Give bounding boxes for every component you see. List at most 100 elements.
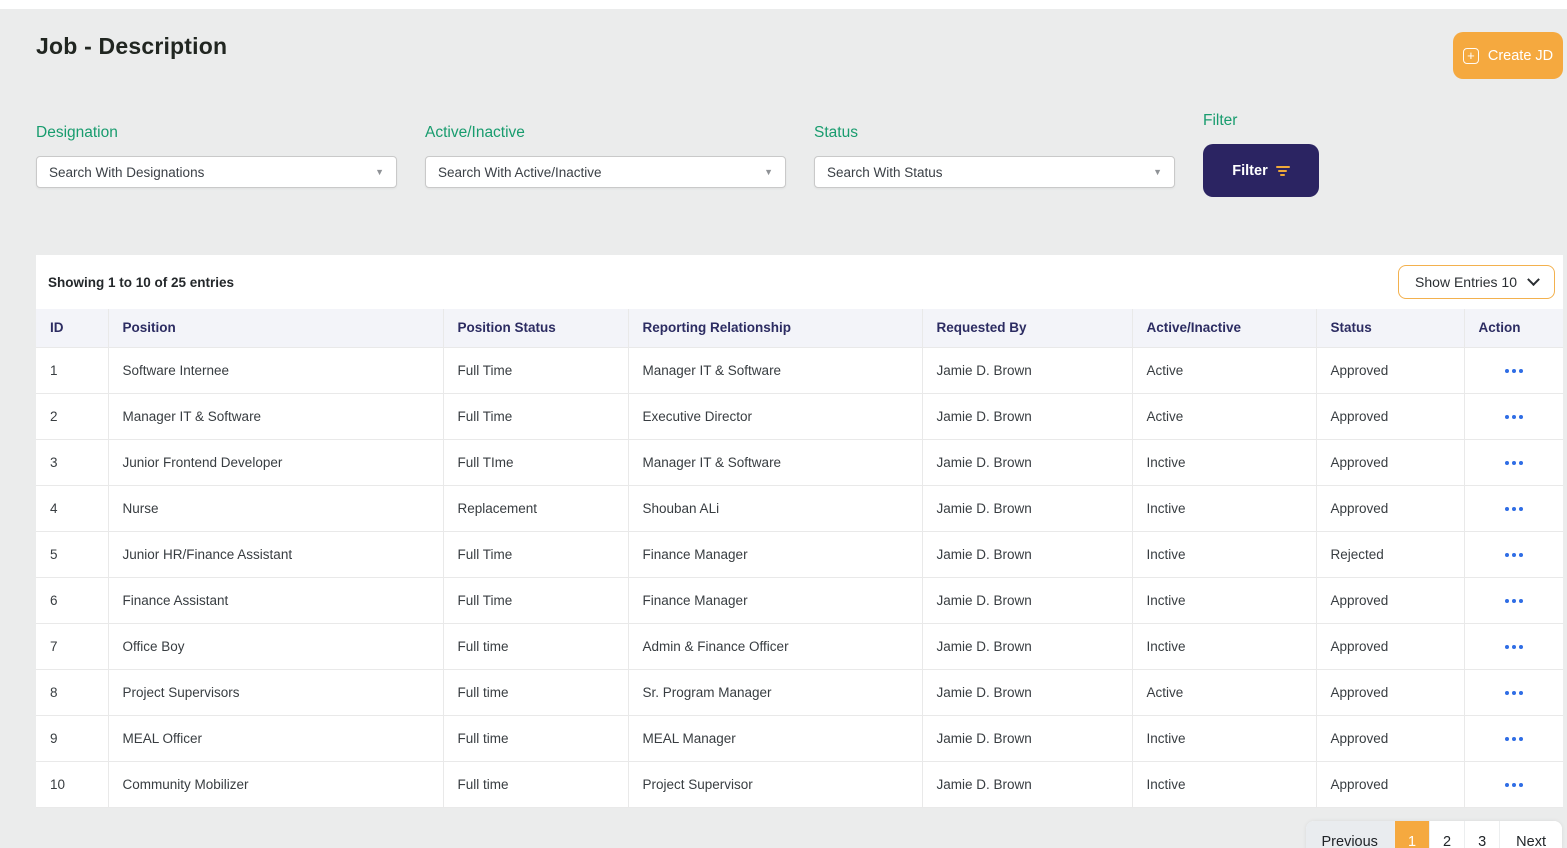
id-cell: 1 [36, 347, 108, 393]
row-actions-button[interactable] [1464, 531, 1563, 577]
page-title: Job - Description [36, 33, 227, 60]
pagination-previous[interactable]: Previous [1306, 821, 1394, 848]
designation-select[interactable]: Search With Designations ▼ [36, 156, 397, 188]
table-panel-toolbar: Showing 1 to 10 of 25 entries Show Entri… [36, 255, 1563, 309]
position-status-cell: Replacement [443, 485, 628, 531]
ellipsis-icon [1505, 645, 1523, 649]
id-cell: 7 [36, 623, 108, 669]
status-cell: Approved [1316, 577, 1464, 623]
table-row: 3Junior Frontend DeveloperFull TImeManag… [36, 439, 1563, 485]
row-actions-button[interactable] [1464, 577, 1563, 623]
active-inactive-cell: Active [1132, 669, 1316, 715]
id-cell: 8 [36, 669, 108, 715]
ellipsis-icon [1505, 783, 1523, 787]
row-actions-button[interactable] [1464, 623, 1563, 669]
active-inactive-select[interactable]: Search With Active/Inactive ▼ [425, 156, 786, 188]
active-inactive-cell: Active [1132, 393, 1316, 439]
show-entries-dropdown[interactable]: Show Entries 10 [1398, 265, 1555, 299]
showing-entries-text: Showing 1 to 10 of 25 entries [48, 275, 234, 290]
position-status-cell: Full TIme [443, 439, 628, 485]
position-cell: Finance Assistant [108, 577, 443, 623]
pagination-next[interactable]: Next [1499, 821, 1562, 848]
position-status-cell: Full time [443, 715, 628, 761]
status-select[interactable]: Search With Status ▼ [814, 156, 1175, 188]
active-inactive-cell: Inctive [1132, 623, 1316, 669]
plus-square-icon: + [1463, 48, 1479, 64]
status-cell: Rejected [1316, 531, 1464, 577]
pagination-page-2[interactable]: 2 [1429, 821, 1464, 848]
ellipsis-icon [1505, 461, 1523, 465]
position-status-cell: Full time [443, 623, 628, 669]
requested-by-cell: Jamie D. Brown [922, 439, 1132, 485]
status-cell: Approved [1316, 761, 1464, 807]
status-cell: Approved [1316, 347, 1464, 393]
id-cell: 3 [36, 439, 108, 485]
top-strip [0, 0, 1567, 9]
designation-label: Designation [36, 124, 397, 142]
active-inactive-cell: Inctive [1132, 485, 1316, 531]
status-filter-group: Status Search With Status ▼ [814, 124, 1175, 188]
table-row: 4NurseReplacementShouban ALiJamie D. Bro… [36, 485, 1563, 531]
active-inactive-cell: Inctive [1132, 439, 1316, 485]
table-row: 9MEAL OfficerFull timeMEAL ManagerJamie … [36, 715, 1563, 761]
caret-down-icon: ▼ [375, 167, 384, 177]
filter-button-group: Filter Filter [1203, 112, 1319, 197]
status-cell: Approved [1316, 393, 1464, 439]
ellipsis-icon [1505, 737, 1523, 741]
reporting-relationship-cell: Finance Manager [628, 531, 922, 577]
row-actions-button[interactable] [1464, 715, 1563, 761]
row-actions-button[interactable] [1464, 347, 1563, 393]
row-actions-button[interactable] [1464, 485, 1563, 531]
id-cell: 4 [36, 485, 108, 531]
status-cell: Approved [1316, 715, 1464, 761]
active-inactive-cell: Inctive [1132, 577, 1316, 623]
pagination: Previous 123 Next [1306, 821, 1562, 848]
create-jd-button-label: Create JD [1488, 48, 1553, 64]
column-header-position: Position [108, 309, 443, 347]
pagination-page-1[interactable]: 1 [1394, 821, 1429, 848]
active-inactive-cell: Inctive [1132, 761, 1316, 807]
position-cell: Office Boy [108, 623, 443, 669]
position-status-cell: Full time [443, 669, 628, 715]
row-actions-button[interactable] [1464, 669, 1563, 715]
reporting-relationship-cell: Project Supervisor [628, 761, 922, 807]
column-header-active-inactive: Active/Inactive [1132, 309, 1316, 347]
column-header-requested-by: Requested By [922, 309, 1132, 347]
status-select-value: Search With Status [827, 165, 943, 180]
funnel-filter-icon [1276, 166, 1290, 176]
pagination-page-3[interactable]: 3 [1464, 821, 1499, 848]
reporting-relationship-cell: Executive Director [628, 393, 922, 439]
position-status-cell: Full Time [443, 347, 628, 393]
table-header-row: IDPositionPosition StatusReporting Relat… [36, 309, 1563, 347]
id-cell: 6 [36, 577, 108, 623]
active-inactive-label: Active/Inactive [425, 124, 786, 142]
status-label: Status [814, 124, 1175, 142]
row-actions-button[interactable] [1464, 761, 1563, 807]
ellipsis-icon [1505, 691, 1523, 695]
requested-by-cell: Jamie D. Brown [922, 531, 1132, 577]
id-cell: 10 [36, 761, 108, 807]
id-cell: 2 [36, 393, 108, 439]
position-cell: Manager IT & Software [108, 393, 443, 439]
ellipsis-icon [1505, 553, 1523, 557]
filter-button[interactable]: Filter [1203, 144, 1319, 197]
requested-by-cell: Jamie D. Brown [922, 761, 1132, 807]
position-cell: MEAL Officer [108, 715, 443, 761]
filter-label: Filter [1203, 112, 1319, 130]
status-cell: Approved [1316, 623, 1464, 669]
row-actions-button[interactable] [1464, 393, 1563, 439]
position-status-cell: Full time [443, 761, 628, 807]
reporting-relationship-cell: Admin & Finance Officer [628, 623, 922, 669]
row-actions-button[interactable] [1464, 439, 1563, 485]
job-description-table: IDPositionPosition StatusReporting Relat… [36, 309, 1563, 808]
create-jd-button[interactable]: + Create JD [1453, 32, 1563, 79]
requested-by-cell: Jamie D. Brown [922, 577, 1132, 623]
ellipsis-icon [1505, 599, 1523, 603]
caret-down-icon: ▼ [1153, 167, 1162, 177]
position-status-cell: Full Time [443, 531, 628, 577]
id-cell: 9 [36, 715, 108, 761]
active-inactive-cell: Inctive [1132, 531, 1316, 577]
job-description-page: Job - Description + Create JD Designatio… [0, 0, 1567, 848]
status-cell: Approved [1316, 669, 1464, 715]
table-row: 2Manager IT & SoftwareFull TimeExecutive… [36, 393, 1563, 439]
